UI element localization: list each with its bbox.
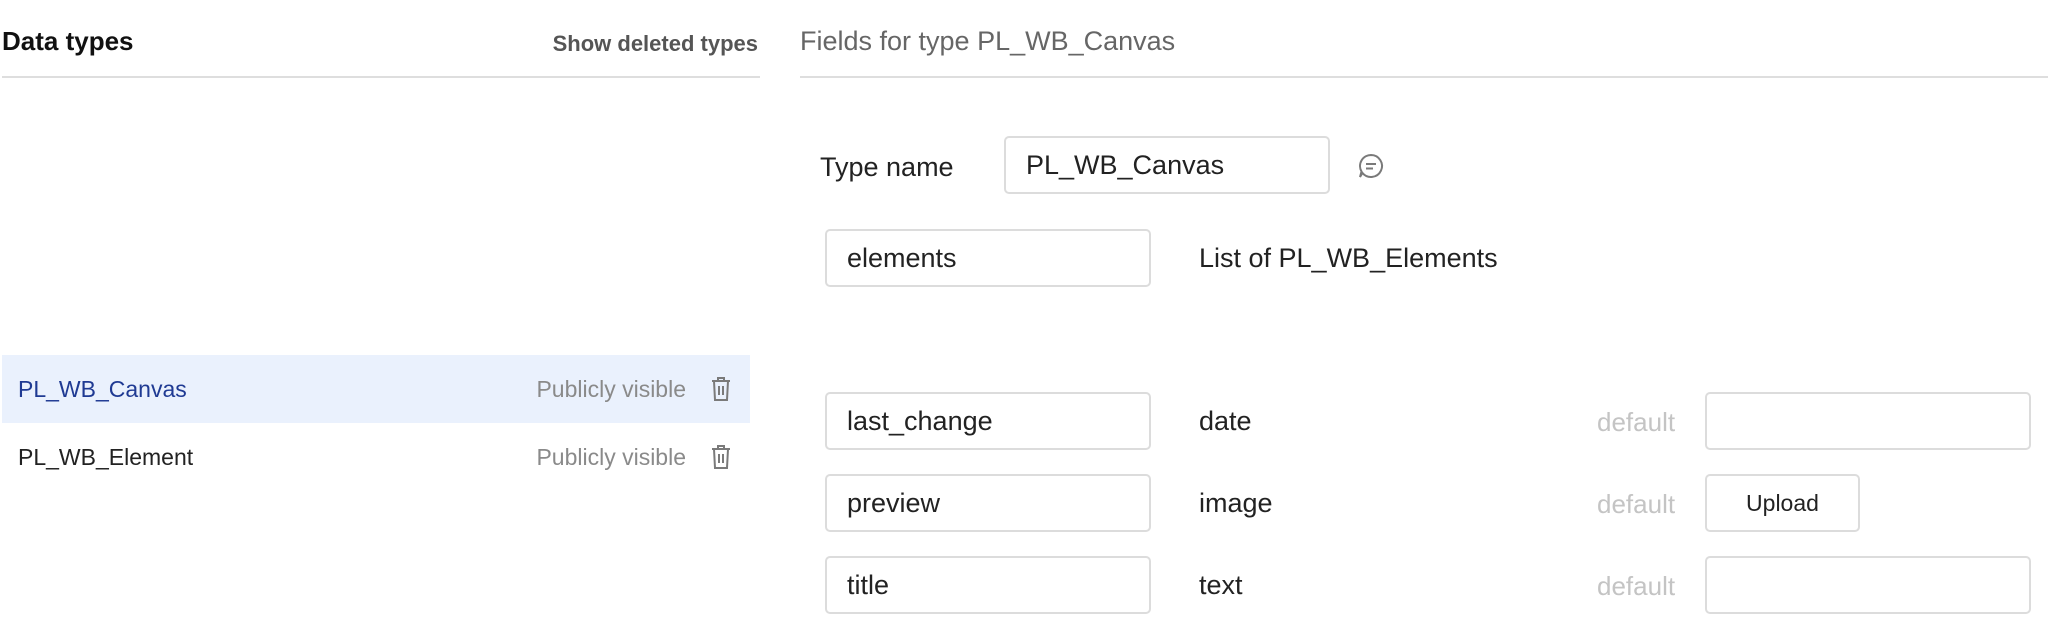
field-name-value: last_change	[847, 405, 993, 436]
default-value-input[interactable]	[1705, 392, 2031, 450]
default-label: default	[1597, 489, 1676, 519]
type-name: PL_WB_Element	[18, 443, 194, 470]
comment-icon[interactable]	[1357, 152, 1385, 180]
default-label: default	[1597, 571, 1676, 601]
data-types-panel: Data types Show deleted types PL_WB_Canv…	[0, 0, 760, 635]
type-name-value: PL_WB_Canvas	[1026, 149, 1225, 180]
show-deleted-types-link[interactable]: Show deleted types	[553, 31, 758, 57]
type-name-input[interactable]: PL_WB_Canvas	[1004, 136, 1330, 194]
field-type: text	[1199, 570, 1243, 600]
type-visibility[interactable]: Publicly visible	[536, 376, 686, 403]
field-type: date	[1199, 406, 1252, 436]
divider	[2, 76, 760, 78]
type-name-label: Type name	[820, 152, 954, 182]
field-name-input[interactable]: preview	[825, 474, 1151, 532]
type-row-pl-wb-canvas[interactable]: PL_WB_Canvas Publicly visible	[2, 355, 750, 423]
type-name: PL_WB_Canvas	[18, 375, 187, 402]
default-label: default	[1597, 407, 1676, 437]
field-name-value: elements	[847, 242, 957, 273]
field-name-input[interactable]: last_change	[825, 392, 1151, 450]
field-type: List of PL_WB_Elements	[1199, 243, 1498, 273]
type-row-pl-wb-element[interactable]: PL_WB_Element Publicly visible	[2, 423, 750, 491]
field-name-value: preview	[847, 487, 941, 518]
trash-icon[interactable]	[708, 375, 734, 403]
field-name-input[interactable]: elements	[825, 229, 1151, 287]
upload-button[interactable]: Upload	[1705, 474, 1860, 532]
type-visibility[interactable]: Publicly visible	[536, 444, 686, 471]
data-types-title: Data types	[2, 26, 134, 56]
trash-icon[interactable]	[708, 443, 734, 471]
fields-panel-title: Fields for type PL_WB_Canvas	[800, 26, 1176, 56]
field-type: image	[1199, 488, 1273, 518]
field-name-input[interactable]: title	[825, 556, 1151, 614]
divider	[800, 76, 2048, 78]
field-name-value: title	[847, 569, 890, 600]
default-value-input[interactable]	[1705, 556, 2031, 614]
